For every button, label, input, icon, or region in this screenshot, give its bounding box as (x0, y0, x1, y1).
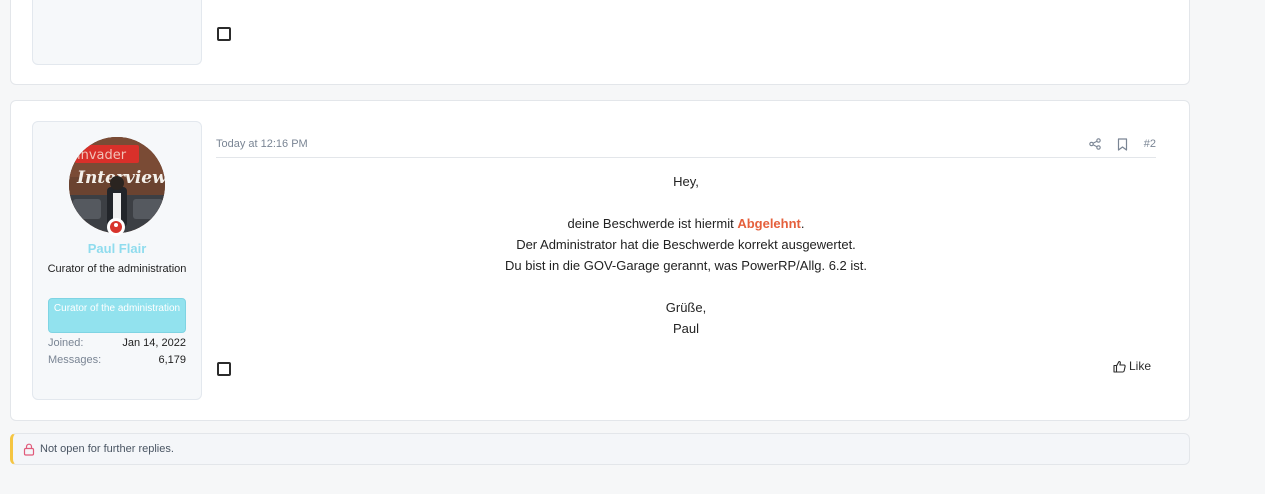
post-2: invader Interview! Paul Flair Curator of… (10, 100, 1190, 421)
lock-icon (23, 443, 35, 456)
previous-post (10, 0, 1190, 85)
post-number-link[interactable]: #2 (1144, 138, 1156, 150)
message-line-3: Du bist in die GOV-Garage gerannt, was P… (504, 258, 867, 273)
message-line-1: deine Beschwerde ist hiermit Abgelehnt. (567, 216, 805, 231)
message-header-actions: #2 (1074, 137, 1156, 151)
select-post-checkbox[interactable] (217, 362, 231, 376)
share-icon[interactable] (1088, 137, 1102, 151)
message-closing: Grüße, (665, 300, 707, 315)
user-title: Curator of the administration (47, 263, 187, 275)
select-previous-post-checkbox[interactable] (217, 27, 231, 41)
joined-value: Jan 14, 2022 (122, 337, 186, 349)
message-greeting: Hey, (673, 174, 699, 189)
status-highlight: Abgelehnt (737, 216, 801, 231)
username[interactable]: Paul Flair (33, 241, 201, 256)
joined-stat: Joined: Jan 14, 2022 (48, 337, 186, 349)
messages-stat: Messages: 6,179 (48, 354, 186, 366)
message-line-2: Der Administrator hat die Beschwerde kor… (516, 237, 856, 252)
messages-value: 6,179 (158, 354, 186, 366)
message-header: Today at 12:16 PM #2 (216, 137, 1156, 158)
notice-text: Not open for further replies. (40, 443, 174, 455)
user-info-panel: invader Interview! Paul Flair Curator of… (32, 121, 202, 400)
joined-label: Joined: (48, 337, 84, 349)
previous-post-user-cell (32, 0, 202, 65)
messages-label: Messages: (48, 354, 102, 366)
thread-locked-notice: Not open for further replies. (10, 433, 1190, 465)
thumbs-up-icon (1113, 360, 1126, 373)
online-status-icon (107, 218, 125, 236)
like-button[interactable]: Like (1113, 359, 1151, 373)
post-date-link[interactable]: Today at 12:16 PM (216, 138, 308, 150)
user-banner: Curator of the administration (48, 298, 186, 333)
message-signature: Paul (672, 321, 700, 336)
svg-text:invader: invader (77, 148, 127, 163)
bookmark-icon[interactable] (1116, 137, 1130, 151)
like-label: Like (1129, 359, 1152, 373)
message-body: Hey, deine Beschwerde ist hiermit Abgele… (216, 171, 1156, 339)
